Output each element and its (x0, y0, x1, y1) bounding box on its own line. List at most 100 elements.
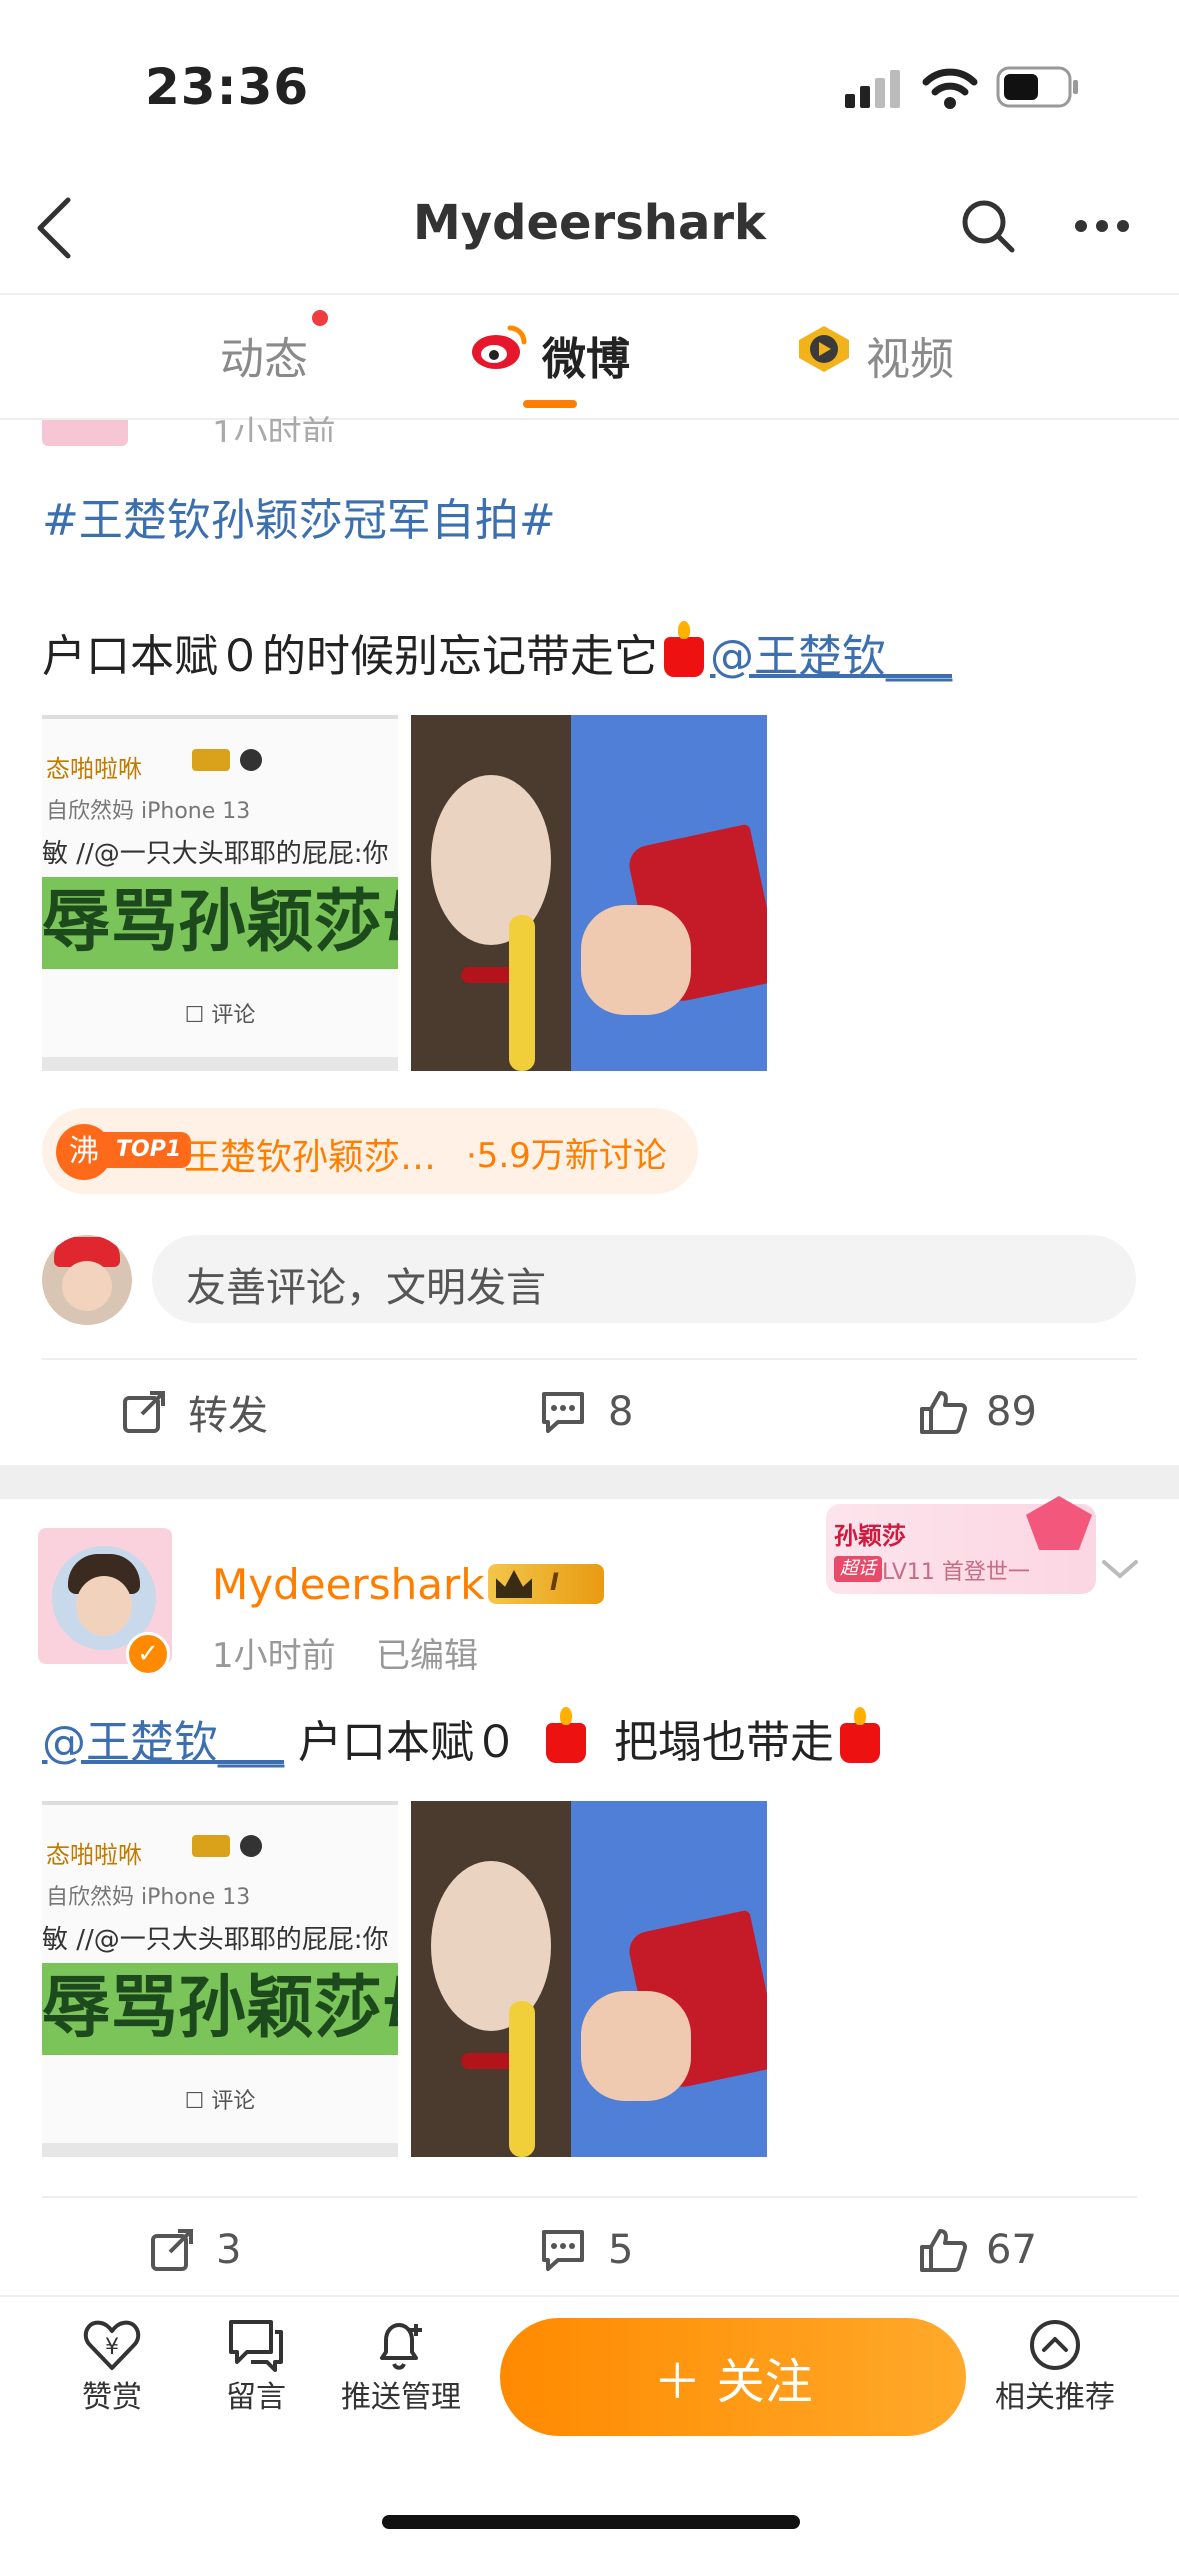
post2-text: @王楚钦___ 户口本赋０ 把塌也带走 (42, 1706, 886, 1770)
img-device: 自欣然妈 iPhone 13 (46, 1885, 251, 1910)
super-topic-badge[interactable]: 孙颖莎 超话 LV11 首登世一 (826, 1496, 1096, 1594)
unread-dot (312, 310, 328, 326)
img-big-text: 辱骂孙颖莎母 (42, 1963, 398, 2055)
comment-icon (542, 2230, 584, 2271)
chevron-down-icon[interactable] (1100, 1558, 1140, 1582)
tabs-divider (0, 418, 1179, 420)
comment-icon (542, 1392, 584, 1433)
post2-username[interactable]: Mydeershark (212, 1560, 485, 1609)
message-label: 留言 (226, 2380, 286, 2415)
svg-text:¥: ¥ (105, 2335, 119, 2360)
post1-hashtag[interactable]: #王楚钦孙颖莎冠军自拍# (42, 484, 556, 548)
post2-comment-button[interactable]: 5 (540, 2222, 633, 2278)
img-user-line: 态啪啦咻 (46, 755, 142, 783)
reward-heart-icon: ¥ (83, 2320, 141, 2370)
post2-text-b: 把塌也带走 (614, 1717, 834, 1768)
follow-button[interactable]: ＋ 关注 (500, 2318, 966, 2436)
post2-image-screenshot[interactable]: 态啪啦咻 自欣然妈 iPhone 13 敏 //@一只大头耶耶的屁屁:你 辱骂孙… (42, 1801, 398, 2157)
like-icon (920, 2229, 967, 2272)
post2-image-photo[interactable] (411, 1801, 767, 2157)
post1-actions-divider (42, 1358, 1137, 1360)
reward-button[interactable]: ¥ 赞赏 (62, 2318, 162, 2416)
post1-comment-button[interactable]: 8 (540, 1384, 633, 1440)
candle-emoji-icon (546, 1707, 586, 1763)
post1-image-screenshot[interactable]: 态啪啦咻 自欣然妈 iPhone 13 敏 //@一只大头耶耶的屁屁:你 辱骂孙… (42, 715, 398, 1071)
post1-time: 1小时前 (212, 414, 336, 442)
post2-time: 1小时前 (212, 1636, 336, 1676)
img-comment-label: ☐ 评论 (184, 2089, 256, 2114)
like-icon (920, 1391, 967, 1434)
post2-actions-divider (42, 2196, 1137, 2198)
post2-edited: 已编辑 (376, 1636, 478, 1676)
img-big-text: 辱骂孙颖莎母 (42, 877, 398, 969)
hot-topic-pill[interactable]: 沸 TOP1 王楚钦孙颖莎… ·5.9万新讨论 (42, 1108, 698, 1194)
bell-icon (380, 2323, 422, 2370)
repost-icon (151, 2229, 193, 2271)
img-repost-line: 敏 //@一只大头耶耶的屁屁:你 (42, 1925, 389, 1955)
panda-emoji-icon (240, 749, 262, 771)
wifi-icon (922, 68, 978, 109)
reward-label: 赞赏 (82, 2380, 142, 2415)
post2-text-a: 户口本赋０ (298, 1717, 518, 1768)
video-icon (799, 326, 849, 372)
hot-topic-count: ·5.9万新讨论 (466, 1136, 667, 1176)
tab-dynamic[interactable]: 动态 (220, 323, 308, 387)
crown-badge-icon (192, 1835, 230, 1857)
post1-like-button[interactable]: 89 (918, 1384, 1037, 1440)
img-user-line: 态啪啦咻 (46, 1841, 142, 1869)
related-recommend-button[interactable]: 相关推荐 (990, 2318, 1120, 2416)
post1-text: 户口本赋０的时候别忘记带走它 @王楚钦___ (42, 620, 952, 684)
post2-comment-count: 5 (608, 2227, 634, 2273)
more-icon[interactable] (1074, 218, 1130, 234)
crown-badge-icon (192, 749, 230, 771)
img-repost-line: 敏 //@一只大头耶耶的屁屁:你 (42, 839, 389, 869)
comment-input[interactable]: 友善评论，文明发言 (152, 1235, 1136, 1323)
tab-weibo[interactable]: 微博 (542, 323, 630, 387)
post1-mention[interactable]: @王楚钦___ (710, 631, 952, 682)
post1-repost-label: 转发 (188, 1393, 268, 1439)
post-separator (0, 1465, 1179, 1499)
comment-placeholder: 友善评论，文明发言 (186, 1265, 546, 1311)
push-settings-label: 推送管理 (341, 2380, 461, 2415)
post1-comment-count: 8 (608, 1389, 634, 1435)
search-icon[interactable] (960, 198, 1016, 254)
hot-topic-title: 王楚钦孙颖莎… (184, 1137, 437, 1178)
cellular-signal-icon (845, 70, 900, 108)
weibo-logo-icon (472, 325, 527, 369)
super-topic-tag: 超话 (834, 1556, 882, 1582)
post2-like-count: 67 (986, 2227, 1037, 2273)
message-button[interactable]: 留言 (206, 2318, 306, 2416)
super-topic-level: LV11 首登世一 (882, 1560, 1030, 1585)
post2-mention[interactable]: @王楚钦___ (42, 1717, 284, 1768)
repost-icon (123, 1391, 165, 1433)
push-settings-button[interactable]: 推送管理 (336, 2318, 466, 2416)
candle-emoji-icon (664, 621, 704, 677)
verified-icon: ✓ (126, 1632, 170, 1676)
nav-divider (0, 293, 1179, 295)
post1-image-photo[interactable] (411, 715, 767, 1071)
post1-like-count: 89 (986, 1389, 1037, 1435)
img-device: 自欣然妈 iPhone 13 (46, 799, 251, 824)
chevron-up-circle-icon (1030, 2320, 1080, 2370)
home-indicator (382, 2515, 800, 2529)
super-topic-name: 孙颖莎 (834, 1522, 906, 1550)
battery-icon (996, 66, 1078, 108)
message-icon (229, 2320, 283, 2372)
related-recommend-label: 相关推荐 (995, 2380, 1115, 2415)
active-tab-indicator (523, 400, 577, 408)
tab-video[interactable]: 视频 (866, 323, 954, 387)
post1-text-body: 户口本赋０的时候别忘记带走它 (42, 631, 658, 682)
candle-emoji-icon (840, 1707, 880, 1763)
status-time: 23:36 (145, 58, 310, 116)
img-comment-label: ☐ 评论 (184, 1003, 256, 1028)
post2-like-button[interactable]: 67 (918, 2222, 1037, 2278)
post2-repost-button[interactable]: 3 (150, 2222, 241, 2278)
panda-emoji-icon (240, 1835, 262, 1857)
post2-repost-count: 3 (216, 2227, 242, 2273)
my-avatar (42, 1235, 132, 1325)
post1-repost-button[interactable]: 转发 (122, 1384, 268, 1440)
hot-rank-badge: TOP1 (98, 1132, 192, 1168)
post2-avatar[interactable]: ✓ (38, 1528, 172, 1676)
post1-avatar-partial[interactable] (42, 420, 170, 448)
vip-crown-badge-icon: I (488, 1564, 604, 1604)
